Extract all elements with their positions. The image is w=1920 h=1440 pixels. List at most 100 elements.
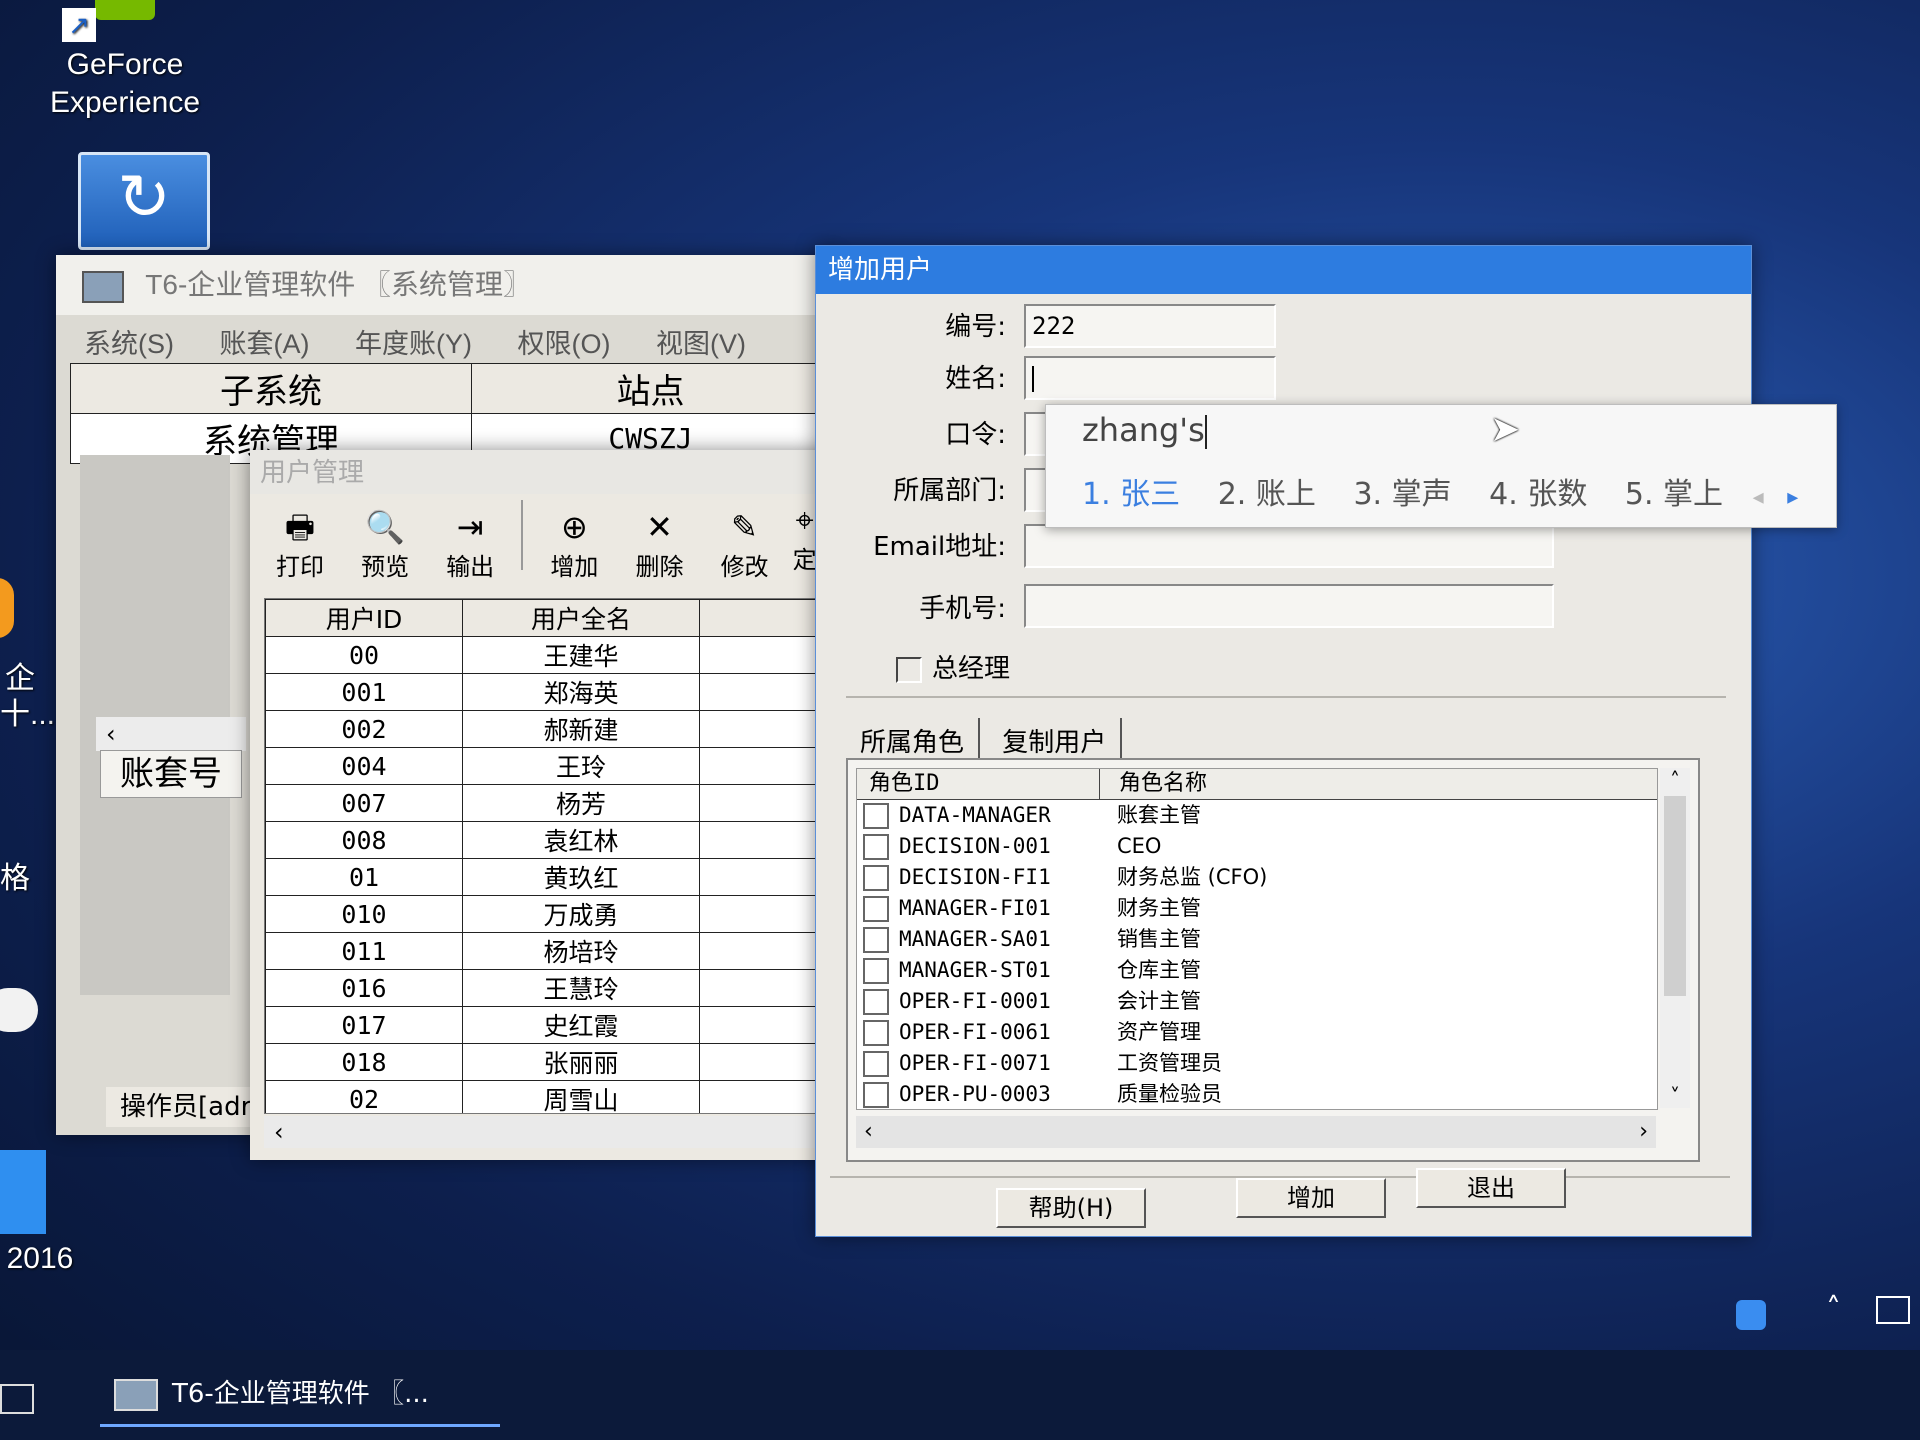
roles-hscroll[interactable]: ‹ ›	[856, 1116, 1656, 1148]
t6-desktop-icon[interactable]: ↻	[78, 152, 210, 250]
help-button[interactable]: 帮助(H)	[996, 1188, 1146, 1228]
table-row[interactable]: 011 杨培玲	[265, 932, 835, 970]
scroll-up-icon[interactable]: ˄	[1660, 768, 1690, 792]
role-checkbox[interactable]	[863, 1020, 889, 1046]
list-item[interactable]: MANAGER-ST01 仓库主管	[857, 955, 1657, 986]
ime-candidate-5[interactable]: 5. 掌上	[1625, 477, 1723, 512]
text-caret	[1032, 366, 1034, 392]
role-checkbox[interactable]	[863, 1051, 889, 1077]
table-row[interactable]: 008 袁红林	[265, 821, 835, 859]
tray-search-icon[interactable]	[1736, 1300, 1766, 1330]
export-button[interactable]: ⇥ 输出	[430, 507, 510, 582]
list-item[interactable]: DECISION-001 CEO	[857, 831, 1657, 862]
role-checkbox[interactable]	[863, 1082, 889, 1108]
table-row[interactable]: 007 杨芳	[265, 784, 835, 822]
scroll-down-icon[interactable]: ˅	[1660, 1084, 1690, 1108]
ime-prev-page-icon[interactable]: ◂	[1753, 485, 1764, 510]
role-name: 会计主管	[1117, 989, 1201, 1013]
table-row[interactable]: 004 王玲	[265, 747, 835, 785]
ime-candidates: 1. 张三 2. 账上 3. 掌声 4. 张数 5. 掌上 ◂ ▸	[1082, 469, 1798, 513]
role-checkbox[interactable]	[863, 803, 889, 829]
table-row[interactable]: 002 郝新建	[265, 710, 835, 748]
table-row[interactable]: 016 王慧玲	[265, 969, 835, 1007]
role-checkbox[interactable]	[863, 927, 889, 953]
wechat-icon[interactable]	[0, 988, 38, 1032]
table-row[interactable]: 010 万成勇	[265, 895, 835, 933]
table-row[interactable]: 001 郑海英	[265, 673, 835, 711]
user-name-cell: 王玲	[462, 747, 700, 785]
exit-button[interactable]: 退出	[1416, 1168, 1566, 1208]
ime-candidate-4[interactable]: 4. 张数	[1489, 477, 1587, 512]
role-checkbox[interactable]	[863, 896, 889, 922]
roles-list: 角色ID 角色名称 DATA-MANAGER 账套主管 DECISION-001 CE…	[856, 768, 1658, 1110]
menu-account[interactable]: 账套(A)	[220, 329, 310, 359]
table-row[interactable]: 018 张丽丽	[265, 1043, 835, 1081]
tab-copy-user[interactable]: 复制用户	[988, 718, 1123, 763]
table-row[interactable]: 00 王建华	[265, 636, 835, 674]
role-name: 销售主管	[1117, 927, 1201, 951]
label-phone: 手机号:	[919, 594, 1006, 624]
phone-input[interactable]	[1024, 584, 1554, 628]
geforce-experience-icon[interactable]: ↗ GeForce Experience	[30, 0, 220, 122]
preview-button[interactable]: 🔍 预览	[345, 507, 425, 582]
grid-header-site: 站点	[471, 363, 830, 414]
hscroll-left[interactable]: ‹	[96, 717, 246, 751]
main-title-bar: T6-企业管理软件 〖系统管理〗	[56, 255, 836, 315]
ime-candidate-2[interactable]: 2. 账上	[1218, 477, 1316, 512]
name-input[interactable]	[1024, 356, 1276, 400]
role-id: DATA-MANAGER	[899, 803, 1051, 827]
add-confirm-button[interactable]: 增加	[1236, 1178, 1386, 1218]
add-button[interactable]: ⊕ 增加	[534, 507, 614, 582]
ime-candidate-1[interactable]: 1. 张三	[1082, 477, 1180, 512]
table-row[interactable]: 017 史红霞	[265, 1006, 835, 1044]
scroll-right-icon[interactable]: ›	[1639, 1116, 1648, 1148]
role-checkbox[interactable]	[863, 834, 889, 860]
menu-view[interactable]: 视图(V)	[656, 329, 746, 359]
modify-button[interactable]: ✎ 修改	[705, 507, 785, 582]
taskbar-app-t6[interactable]: T6-企业管理软件 〖...	[100, 1364, 500, 1427]
table-row[interactable]: 01 黄玖红	[265, 858, 835, 896]
role-checkbox[interactable]	[863, 989, 889, 1015]
email-input[interactable]	[1024, 524, 1554, 568]
id-input[interactable]: 222	[1024, 304, 1276, 348]
ime-next-page-icon[interactable]: ▸	[1787, 485, 1798, 510]
roles-vscroll[interactable]: ˄ ˅	[1660, 768, 1690, 1108]
user-name-cell: 袁红林	[462, 821, 700, 859]
general-manager-checkbox[interactable]: 总经理	[896, 648, 1010, 685]
list-item[interactable]: DATA-MANAGER 账套主管	[857, 800, 1657, 831]
list-item[interactable]: OPER-FI-0061 资产管理	[857, 1017, 1657, 1048]
list-item[interactable]: MANAGER-SA01 销售主管	[857, 924, 1657, 955]
list-item[interactable]: DECISION-FI1 财务总监 (CFO)	[857, 862, 1657, 893]
print-button[interactable]: 🖶 打印	[260, 507, 340, 582]
desktop-label-left-2: 十...	[0, 698, 56, 731]
list-item[interactable]: OPER-FI-0071 工资管理员	[857, 1048, 1657, 1079]
user-table-hscroll[interactable]: ‹	[264, 1116, 844, 1148]
tab-bar: 所属角色 复制用户	[846, 718, 1123, 763]
delete-button[interactable]: ✕ 删除	[619, 507, 699, 582]
role-checkbox[interactable]	[863, 865, 889, 891]
add-user-title: 增加用户	[828, 255, 933, 285]
menu-system[interactable]: 系统(S)	[84, 329, 174, 359]
role-id: OPER-FI-0001	[899, 989, 1051, 1013]
blue-app-icon[interactable]	[0, 1150, 46, 1234]
tray-network-icon[interactable]	[1876, 1296, 1910, 1324]
scroll-thumb[interactable]	[1664, 796, 1686, 996]
tab-roles[interactable]: 所属角色	[846, 718, 981, 763]
ime-candidate-3[interactable]: 3. 掌声	[1353, 477, 1451, 512]
user-table-container: 用户ID 用户全名 00 王建华 001 郑海英 002 郝新建 004 王玲 007 杨芳 008…	[264, 598, 836, 1114]
table-row[interactable]: 02 周雪山	[265, 1080, 835, 1113]
orange-app-icon[interactable]	[0, 578, 14, 638]
list-item[interactable]: MANAGER-FI01 财务主管	[857, 893, 1657, 924]
tray-chevron-up-icon[interactable]: ˄	[1826, 1292, 1841, 1327]
list-item[interactable]: OPER-FI-0001 会计主管	[857, 986, 1657, 1017]
menu-permission[interactable]: 权限(O)	[518, 329, 611, 359]
label-name: 姓名:	[945, 364, 1006, 394]
grid-header-subsystem: 子系统	[70, 363, 472, 414]
task-view-icon[interactable]	[0, 1384, 34, 1414]
role-name: 仓库主管	[1117, 958, 1201, 982]
user-management-window: 用户管理 🖶 打印 🔍 预览 ⇥ 输出 ⊕ 增加 ✕ 删除 ✎ 修改 ⌖ 定 用户ID 用户全…	[250, 450, 844, 1160]
list-item[interactable]: OPER-PU-0003 质量检验员	[857, 1079, 1657, 1109]
scroll-left-icon[interactable]: ‹	[856, 1119, 873, 1144]
menu-year[interactable]: 年度账(Y)	[355, 329, 472, 359]
role-checkbox[interactable]	[863, 958, 889, 984]
